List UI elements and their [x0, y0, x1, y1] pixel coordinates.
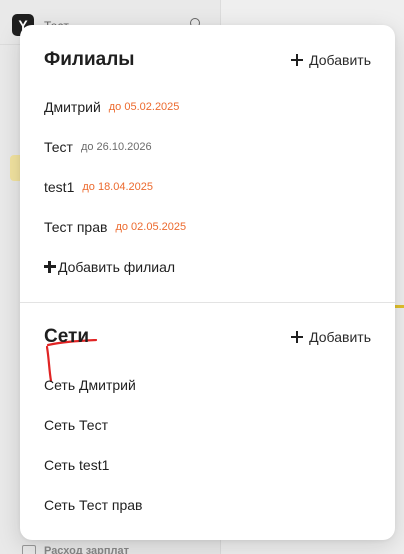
branch-name: test1: [44, 179, 75, 195]
branch-expiry-date: до 02.05.2025: [115, 221, 187, 233]
branch-switcher-popover: Филиалы Добавить Дмитрий до 05.02.2025 Т…: [20, 25, 395, 540]
section-divider: [20, 302, 395, 303]
network-item[interactable]: Сеть Тест: [44, 405, 371, 445]
sidebar-item-salary[interactable]: Расход зарплат: [22, 545, 129, 554]
branch-expiry-date: до 26.10.2026: [80, 141, 152, 153]
branch-expiry-date: до 18.04.2025: [82, 181, 154, 193]
active-tab-underline: [394, 305, 404, 308]
network-item[interactable]: Сеть Тест прав: [44, 485, 371, 525]
branch-name: Тест прав: [44, 219, 108, 235]
branch-item[interactable]: test1 до 18.04.2025: [44, 167, 371, 207]
network-item[interactable]: Сеть Дмитрий: [44, 365, 371, 405]
branch-item[interactable]: Тест до 26.10.2026: [44, 127, 371, 167]
branches-header: Филиалы Добавить: [44, 49, 371, 71]
branch-name: Дмитрий: [44, 99, 101, 115]
networks-title: Сети: [44, 326, 90, 347]
plus-icon: [44, 261, 56, 273]
add-network-button-label: Добавить: [309, 329, 371, 345]
add-branch-link-label: Добавить филиал: [58, 259, 176, 275]
branch-expiry-date: до 05.02.2025: [108, 101, 180, 113]
branch-item[interactable]: Дмитрий до 05.02.2025: [44, 87, 371, 127]
add-branch-link[interactable]: Добавить филиал: [44, 247, 371, 287]
plus-icon: [291, 54, 304, 66]
branches-title: Филиалы: [44, 49, 135, 70]
plus-icon: [291, 331, 304, 343]
networks-header: Сети Добавить: [44, 326, 371, 348]
network-list: Сеть Дмитрий Сеть Тест Сеть test1 Сеть Т…: [44, 365, 371, 525]
branch-name: Тест: [44, 139, 73, 155]
add-branch-button-label: Добавить: [309, 52, 371, 68]
network-item[interactable]: Сеть test1: [44, 445, 371, 485]
wallet-icon: [22, 545, 36, 554]
sidebar-item-label: Расход зарплат: [44, 545, 130, 554]
branch-item[interactable]: Тест прав до 02.05.2025: [44, 207, 371, 247]
add-network-button[interactable]: Добавить: [291, 329, 371, 345]
branch-list: Дмитрий до 05.02.2025 Тест до 26.10.2026…: [44, 87, 371, 287]
add-branch-button[interactable]: Добавить: [291, 52, 371, 68]
